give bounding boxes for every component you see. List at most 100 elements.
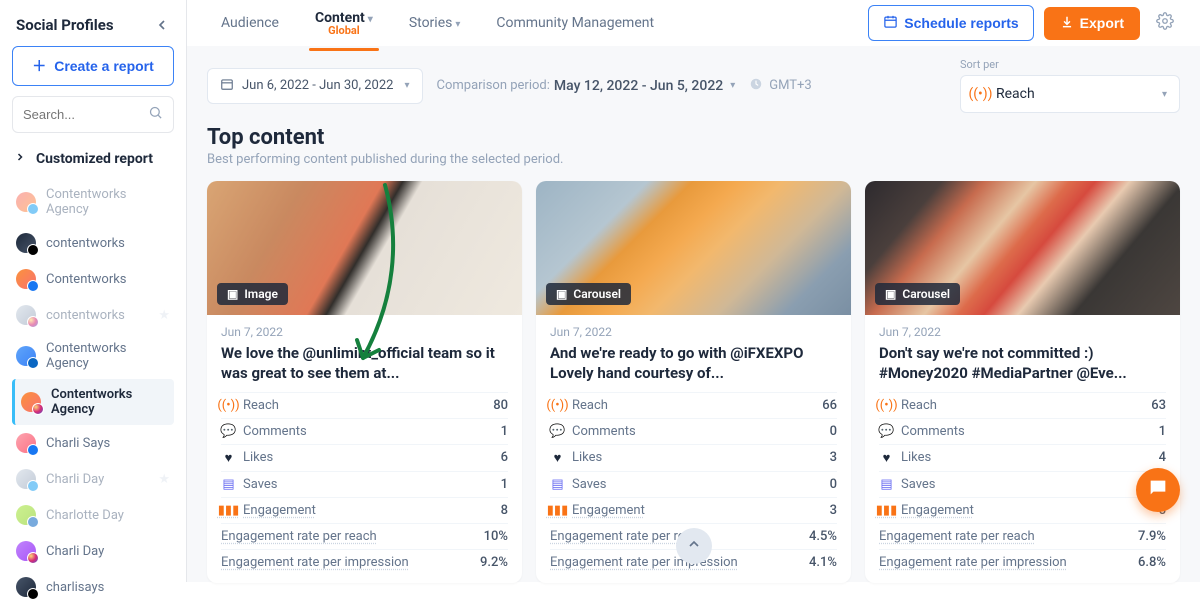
avatar — [16, 269, 36, 289]
content-card[interactable]: ▣Image Jun 7, 2022 We love the @unlimint… — [207, 181, 522, 583]
tab-label: Audience — [221, 15, 279, 31]
sort-label: Sort per — [960, 58, 1180, 71]
stat-value: 7.9% — [1138, 529, 1166, 544]
profile-item-active[interactable]: Contentworks Agency — [12, 379, 174, 425]
scroll-to-top-button[interactable] — [676, 528, 712, 564]
tab-stories[interactable]: Stories▾ — [395, 3, 475, 43]
card-date: Jun 7, 2022 — [879, 325, 1166, 339]
profile-item[interactable]: Charli Says — [12, 425, 174, 461]
gear-icon[interactable] — [1150, 6, 1180, 40]
profile-name: Charli Day — [46, 472, 104, 487]
plus-icon: ＋ — [32, 56, 46, 76]
sort-value: Reach — [996, 86, 1035, 102]
profile-item[interactable]: contentworks — [12, 225, 174, 261]
button-label: Export — [1080, 15, 1124, 31]
customized-report-toggle[interactable]: Customized report — [12, 145, 174, 173]
profile-name: Contentworks Agency — [51, 387, 170, 417]
content-card[interactable]: ▣Carousel Jun 7, 2022 And we're ready to… — [536, 181, 851, 583]
content-card[interactable]: ▣Carousel Jun 7, 2022 Don't say we're no… — [865, 181, 1180, 583]
profile-item[interactable]: Contentworks Agency — [12, 179, 174, 225]
profile-item[interactable]: Charlotte Day — [12, 497, 174, 533]
card-title: We love the @unlimint_official team so i… — [221, 343, 508, 384]
stat-value: 0 — [830, 424, 837, 439]
search-icon — [148, 105, 163, 124]
avatar — [16, 541, 36, 561]
stat-reach: ((•))Reach63 — [879, 392, 1166, 418]
profile-item[interactable]: Contentworks — [12, 261, 174, 297]
timezone-value: GMT+3 — [769, 78, 811, 93]
export-button[interactable]: Export — [1044, 7, 1140, 40]
profile-name: Charli Day — [46, 544, 104, 559]
stat-saves: ▤Saves0 — [550, 471, 837, 497]
comment-icon: 💬 — [221, 424, 236, 439]
stat-reach: ((•))Reach80 — [221, 392, 508, 418]
comparison-label: Comparison period: — [437, 78, 550, 93]
stat-likes: ♥Likes4 — [879, 444, 1166, 471]
button-label: Schedule reports — [904, 15, 1018, 31]
profile-name: contentworks — [46, 236, 125, 251]
avatar — [16, 192, 36, 212]
chevron-down-icon: ▾ — [455, 19, 460, 30]
search-input[interactable] — [23, 107, 143, 122]
stat-er-impression: Engagement rate per impression9.2% — [221, 549, 508, 575]
bookmark-icon: ▤ — [221, 477, 236, 492]
sort-select[interactable]: ((•)) Reach ▾ — [960, 75, 1180, 113]
date-range-picker[interactable]: Jun 6, 2022 - Jun 30, 2022 ▾ — [207, 68, 423, 104]
stat-comments: 💬Comments1 — [221, 418, 508, 444]
bookmark-icon: ▤ — [550, 477, 565, 492]
bars-icon: ▮▮▮ — [550, 503, 565, 518]
avatar — [16, 233, 36, 253]
chevron-up-icon — [686, 536, 702, 556]
chevron-down-icon: ▾ — [404, 80, 409, 91]
collapse-sidebar-icon[interactable] — [154, 17, 170, 33]
profile-item[interactable]: Charli Day — [12, 533, 174, 569]
card-image: ▣Carousel — [865, 181, 1180, 315]
signal-icon: ((•)) — [879, 398, 894, 413]
main-content: Audience Content▾ Global Stories▾ Commun… — [187, 0, 1200, 582]
tab-audience[interactable]: Audience — [207, 3, 293, 43]
customized-report-label: Customized report — [36, 151, 153, 167]
stat-value: 3 — [830, 503, 837, 518]
comparison-period[interactable]: Comparison period: May 12, 2022 - Jun 5,… — [437, 78, 736, 94]
stat-value: 6 — [501, 450, 508, 465]
page-subtitle: Best performing content published during… — [207, 152, 1180, 167]
sidebar: Social Profiles ＋ Create a report Custom… — [0, 0, 187, 582]
heart-icon: ♥ — [550, 450, 565, 466]
stat-value: 8 — [501, 503, 508, 518]
stat-saves: ▤Saves1 — [879, 471, 1166, 497]
star-icon[interactable]: ★ — [158, 472, 170, 487]
stat-value: 1 — [501, 424, 508, 439]
profile-item[interactable]: contentworks★ — [12, 297, 174, 333]
content-type-badge: ▣Carousel — [546, 283, 631, 305]
profile-name: Contentworks Agency — [46, 341, 170, 371]
carousel-icon: ▣ — [556, 287, 567, 301]
create-report-button[interactable]: ＋ Create a report — [12, 46, 174, 86]
stat-er-reach: Engagement rate per reach7.9% — [879, 523, 1166, 549]
card-image: ▣Image — [207, 181, 522, 315]
filter-bar: Jun 6, 2022 - Jun 30, 2022 ▾ Comparison … — [187, 46, 1200, 121]
intercom-fab[interactable] — [1136, 468, 1180, 512]
profile-item[interactable]: Contentworks Agency — [12, 333, 174, 379]
star-icon[interactable]: ★ — [158, 308, 170, 323]
stat-value: 63 — [1151, 398, 1166, 413]
bookmark-icon: ▤ — [879, 477, 894, 492]
search-box[interactable] — [12, 96, 174, 133]
card-title: And we're ready to go with @iFXEXPO Love… — [550, 343, 837, 384]
calendar-icon — [220, 77, 234, 95]
timezone-indicator[interactable]: GMT+3 — [749, 77, 811, 95]
profile-name: Contentworks — [46, 272, 127, 287]
schedule-reports-button[interactable]: Schedule reports — [868, 5, 1033, 41]
signal-icon: ((•)) — [550, 398, 565, 413]
date-range-value: Jun 6, 2022 - Jun 30, 2022 — [242, 78, 393, 93]
avatar — [16, 346, 36, 366]
tab-content[interactable]: Content▾ Global — [301, 0, 387, 49]
comment-icon: 💬 — [550, 424, 565, 439]
profile-item[interactable]: Charli Day ★ — [12, 461, 174, 497]
chevron-down-icon: ▾ — [730, 80, 735, 91]
tab-community[interactable]: Community Management — [482, 3, 668, 43]
stat-er-impression: Engagement rate per impression6.8% — [879, 549, 1166, 575]
tab-label: Stories — [409, 15, 453, 31]
calendar-icon — [883, 14, 898, 32]
stat-value: 1 — [1159, 424, 1166, 439]
profile-item[interactable]: charlisays — [12, 569, 174, 605]
